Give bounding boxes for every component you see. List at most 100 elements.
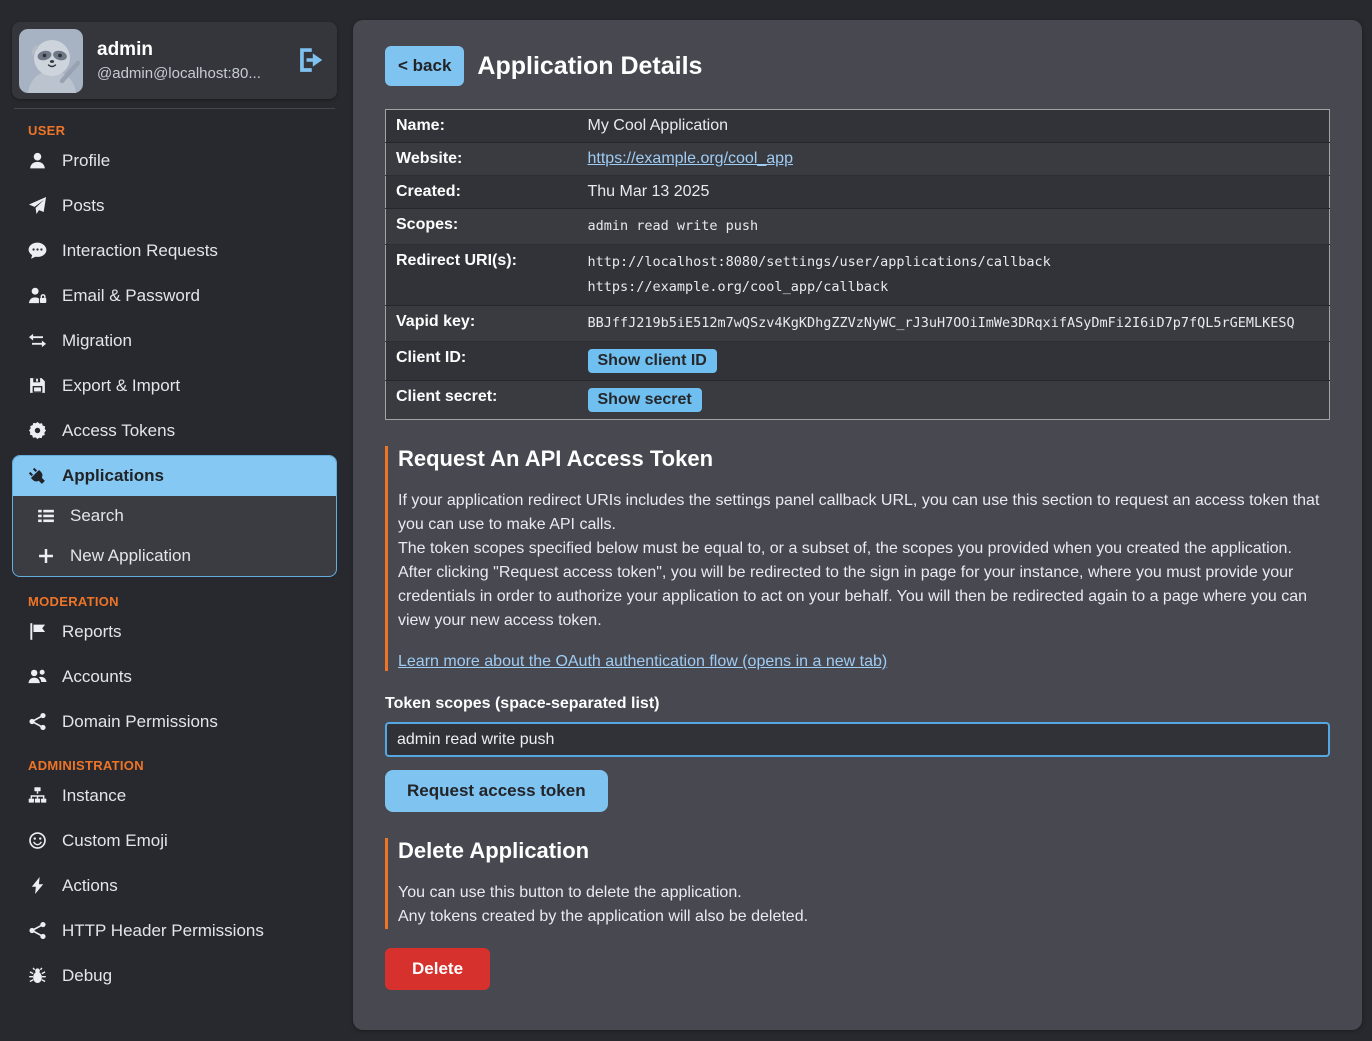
floppy-disk-icon	[28, 376, 47, 395]
sidebar-item-instance[interactable]: Instance	[12, 773, 337, 818]
bug-icon	[28, 966, 47, 985]
sidebar-item-label: Accounts	[62, 667, 132, 687]
sidebar-item-label: Interaction Requests	[62, 241, 218, 261]
sidebar-item-label: Reports	[62, 622, 122, 642]
comment-dots-icon	[28, 241, 47, 260]
list-icon	[37, 507, 55, 525]
request-token-title: Request An API Access Token	[398, 446, 1330, 472]
redirect-uri-2: https://example.org/cool_app/callback	[588, 277, 1320, 298]
sidebar-item-label: Posts	[62, 196, 105, 216]
sidebar-item-label: Applications	[62, 466, 164, 486]
arrows-left-right-icon	[28, 331, 47, 350]
share-nodes-icon	[28, 712, 47, 731]
sidebar-item-interaction-requests[interactable]: Interaction Requests	[12, 228, 337, 273]
flag-icon	[28, 622, 47, 641]
vapid-key-value: BBJffJ219b5iE512m7wQSzv4KgKDhgZZVzNyWC_r…	[578, 306, 1330, 342]
user-meta: admin @admin@localhost:80...	[97, 39, 261, 82]
name-label: Name:	[386, 110, 578, 143]
section-header-moderation: MODERATION	[12, 580, 337, 609]
bolt-icon	[28, 876, 47, 895]
client-secret-label: Client secret:	[386, 381, 578, 420]
user-card[interactable]: admin @admin@localhost:80...	[12, 22, 337, 99]
sidebar-item-label: Access Tokens	[62, 421, 175, 441]
sidebar-item-debug[interactable]: Debug	[12, 953, 337, 998]
sloth-avatar	[19, 29, 83, 93]
table-row-redirect-uris: Redirect URI(s): http://localhost:8080/s…	[386, 245, 1330, 306]
sidebar-item-label: Export & Import	[62, 376, 180, 396]
logout-button[interactable]	[295, 46, 325, 76]
user-icon	[28, 151, 47, 170]
sidebar-item-label: Custom Emoji	[62, 831, 168, 851]
user-lock-icon	[28, 286, 47, 305]
delete-line-2: Any tokens created by the application wi…	[398, 905, 1330, 929]
created-value: Thu Mar 13 2025	[578, 176, 1330, 209]
sidebar-item-label: Actions	[62, 876, 118, 896]
sidebar-item-domain-permissions[interactable]: Domain Permissions	[12, 699, 337, 744]
table-row-client-secret: Client secret: Show secret	[386, 381, 1330, 420]
sidebar-item-email-password[interactable]: Email & Password	[12, 273, 337, 318]
vapid-key-label: Vapid key:	[386, 306, 578, 342]
application-details-table: Name: My Cool Application Website: https…	[385, 109, 1330, 420]
name-value: My Cool Application	[578, 110, 1330, 143]
sidebar-item-profile[interactable]: Profile	[12, 138, 337, 183]
website-link[interactable]: https://example.org/cool_app	[588, 150, 793, 167]
delete-button[interactable]: Delete	[385, 948, 490, 990]
request-token-section: Request An API Access Token If your appl…	[385, 446, 1330, 671]
show-secret-button[interactable]: Show secret	[588, 388, 702, 412]
sidebar-item-label: New Application	[70, 546, 191, 566]
token-scopes-label: Token scopes (space-separated list)	[385, 695, 1330, 713]
plug-icon	[28, 467, 47, 486]
sidebar-item-applications-search[interactable]: Search	[13, 496, 336, 536]
sign-out-icon	[296, 46, 324, 74]
sidebar-item-accounts[interactable]: Accounts	[12, 654, 337, 699]
sidebar-item-label: Domain Permissions	[62, 712, 218, 732]
table-row-client-id: Client ID: Show client ID	[386, 342, 1330, 381]
sidebar-item-label: Debug	[62, 966, 112, 986]
request-access-token-button[interactable]: Request access token	[385, 770, 608, 812]
oauth-docs-link[interactable]: Learn more about the OAuth authenticatio…	[398, 653, 887, 670]
section-header-user: USER	[12, 109, 337, 138]
token-scopes-form: Token scopes (space-separated list) Requ…	[385, 695, 1330, 812]
sidebar-item-label: Search	[70, 506, 124, 526]
created-label: Created:	[386, 176, 578, 209]
sidebar-item-applications-new[interactable]: New Application	[13, 536, 336, 576]
sitemap-icon	[28, 786, 47, 805]
website-label: Website:	[386, 143, 578, 176]
sidebar-item-posts[interactable]: Posts	[12, 183, 337, 228]
page-title: Application Details	[477, 52, 702, 81]
sidebar-item-custom-emoji[interactable]: Custom Emoji	[12, 818, 337, 863]
sidebar-item-reports[interactable]: Reports	[12, 609, 337, 654]
scopes-label: Scopes:	[386, 209, 578, 245]
share-nodes-icon	[28, 921, 47, 940]
back-button[interactable]: < back	[385, 46, 464, 86]
token-scopes-input[interactable]	[385, 722, 1330, 757]
delete-line-1: You can use this button to delete the ap…	[398, 881, 1330, 905]
sidebar-item-label: Email & Password	[62, 286, 200, 306]
sidebar-item-migration[interactable]: Migration	[12, 318, 337, 363]
user-handle: @admin@localhost:80...	[97, 65, 261, 82]
page-header: < back Application Details	[385, 46, 1330, 86]
request-token-para-1: If your application redirect URIs includ…	[398, 489, 1330, 537]
delete-application-section: Delete Application You can use this butt…	[385, 838, 1330, 929]
certificate-icon	[28, 421, 47, 440]
sidebar-item-label: Profile	[62, 151, 110, 171]
request-token-para-2: The token scopes specified below must be…	[398, 537, 1330, 561]
sidebar-item-http-header-permissions[interactable]: HTTP Header Permissions	[12, 908, 337, 953]
redirect-uris-label: Redirect URI(s):	[386, 245, 578, 306]
sidebar-item-access-tokens[interactable]: Access Tokens	[12, 408, 337, 453]
redirect-uri-1: http://localhost:8080/settings/user/appl…	[588, 252, 1320, 273]
table-row-created: Created: Thu Mar 13 2025	[386, 176, 1330, 209]
users-icon	[28, 667, 47, 686]
show-client-id-button[interactable]: Show client ID	[588, 349, 717, 373]
client-id-label: Client ID:	[386, 342, 578, 381]
sidebar-item-label: Instance	[62, 786, 126, 806]
scopes-value: admin read write push	[578, 209, 1330, 245]
username: admin	[97, 39, 261, 61]
sidebar: admin @admin@localhost:80... USER Profil…	[0, 0, 353, 1041]
sidebar-item-export-import[interactable]: Export & Import	[12, 363, 337, 408]
table-row-website: Website: https://example.org/cool_app	[386, 143, 1330, 176]
application-details-panel: < back Application Details Name: My Cool…	[353, 20, 1362, 1030]
table-row-scopes: Scopes: admin read write push	[386, 209, 1330, 245]
sidebar-item-applications[interactable]: Applications	[13, 456, 336, 496]
sidebar-item-actions[interactable]: Actions	[12, 863, 337, 908]
